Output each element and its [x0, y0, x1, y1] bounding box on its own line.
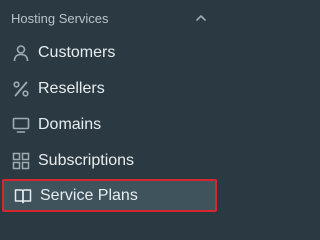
sidebar-item-label: Customers: [38, 44, 116, 61]
sidebar-item-customers[interactable]: Customers: [0, 35, 219, 71]
chevron-up-icon[interactable]: [195, 12, 207, 24]
grid-icon: [11, 151, 31, 171]
section-title: Hosting Services: [11, 10, 109, 26]
sidebar-item-label: Subscriptions: [38, 152, 135, 169]
hosting-services-header[interactable]: Hosting Services: [0, 0, 219, 36]
sidebar-item-label: Service Plans: [40, 186, 138, 204]
sidebar-item-domains[interactable]: Domains: [0, 107, 219, 143]
sidebar-item-label: Resellers: [38, 80, 105, 97]
hosting-services-panel: Hosting Services Customers Resellers Dom…: [0, 0, 219, 219]
sidebar-item-resellers[interactable]: Resellers: [0, 71, 219, 107]
percent-icon: [11, 79, 31, 99]
sidebar-item-service-plans[interactable]: Service Plans: [2, 179, 217, 212]
sidebar-item-subscriptions[interactable]: Subscriptions: [0, 143, 219, 179]
sidebar-item-label: Domains: [38, 116, 102, 133]
monitor-icon: [11, 115, 31, 135]
book-icon: [13, 186, 33, 206]
user-icon: [11, 43, 31, 63]
